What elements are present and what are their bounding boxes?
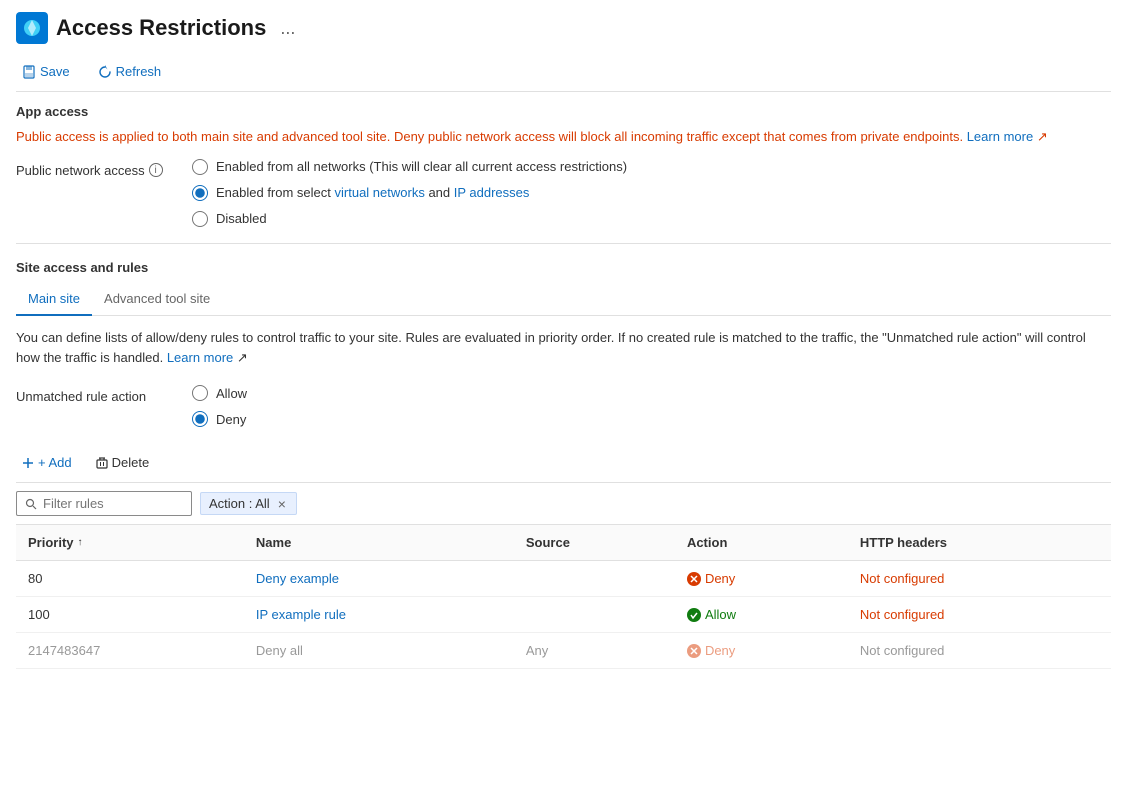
refresh-icon xyxy=(98,65,112,79)
tab-advanced-tool-site[interactable]: Advanced tool site xyxy=(92,283,222,316)
table-body: 80 Deny example Deny Not configured 100 IP … xyxy=(16,561,1111,669)
public-network-radio-all[interactable] xyxy=(192,159,208,175)
table-header-row: Priority ↑ Name Source Action HTTP heade… xyxy=(16,525,1111,561)
th-action: Action xyxy=(675,525,848,561)
unmatched-rule-action-row: Unmatched rule action Allow Deny xyxy=(16,385,1111,427)
tab-main-site[interactable]: Main site xyxy=(16,283,92,316)
public-network-radio-select[interactable] xyxy=(192,185,208,201)
site-access-title: Site access and rules xyxy=(16,260,1111,275)
sort-icon-priority: ↑ xyxy=(78,537,83,548)
unmatched-radio-allow[interactable] xyxy=(192,385,208,401)
th-name: Name xyxy=(244,525,514,561)
public-network-radio-disabled[interactable] xyxy=(192,211,208,227)
add-button[interactable]: + Add xyxy=(16,451,78,474)
page-title: Access Restrictions xyxy=(56,15,266,41)
public-network-access-row: Public network access i Enabled from all… xyxy=(16,159,1111,227)
table-head: Priority ↑ Name Source Action HTTP heade… xyxy=(16,525,1111,561)
cell-name: Deny all xyxy=(244,633,514,669)
toolbar: Save Refresh xyxy=(16,52,1111,92)
filter-input-wrap[interactable] xyxy=(16,491,192,516)
public-network-option-all[interactable]: Enabled from all networks (This will cle… xyxy=(192,159,627,175)
th-source: Source xyxy=(514,525,675,561)
filter-row: Action : All × xyxy=(16,483,1111,525)
cell-action: Deny xyxy=(675,561,848,597)
cell-priority: 100 xyxy=(16,597,244,633)
allow-icon xyxy=(687,608,701,622)
app-access-learn-more[interactable]: Learn more xyxy=(967,129,1033,144)
add-icon xyxy=(22,457,34,469)
cell-action: Allow xyxy=(675,597,848,633)
table-row: 80 Deny example Deny Not configured xyxy=(16,561,1111,597)
table-row: 100 IP example rule Allow Not configured xyxy=(16,597,1111,633)
refresh-button[interactable]: Refresh xyxy=(92,60,168,83)
filter-tag-close[interactable]: × xyxy=(276,497,288,511)
action-deny: Deny xyxy=(687,643,836,658)
delete-icon xyxy=(96,457,108,469)
unmatched-option-allow[interactable]: Allow xyxy=(192,385,247,401)
public-network-option-disabled[interactable]: Disabled xyxy=(192,211,627,227)
action-filter-tag: Action : All × xyxy=(200,492,297,515)
rule-name-link[interactable]: Deny example xyxy=(256,571,339,586)
table-row: 2147483647Deny allAny Deny Not configure… xyxy=(16,633,1111,669)
deny-icon xyxy=(687,644,701,658)
save-icon xyxy=(22,65,36,79)
cell-name[interactable]: IP example rule xyxy=(244,597,514,633)
cell-source xyxy=(514,597,675,633)
site-access-description: You can define lists of allow/deny rules… xyxy=(16,328,1111,370)
action-deny: Deny xyxy=(687,571,836,586)
cell-http-headers: Not configured xyxy=(848,633,1111,669)
deny-icon xyxy=(687,572,701,586)
save-button[interactable]: Save xyxy=(16,60,76,83)
cell-http-headers: Not configured xyxy=(848,561,1111,597)
cell-priority: 2147483647 xyxy=(16,633,244,669)
public-network-options: Enabled from all networks (This will cle… xyxy=(192,159,627,227)
ellipsis-button[interactable]: ... xyxy=(274,16,301,41)
action-allow: Allow xyxy=(687,607,836,622)
cell-name[interactable]: Deny example xyxy=(244,561,514,597)
cell-source xyxy=(514,561,675,597)
cell-http-headers: Not configured xyxy=(848,597,1111,633)
app-access-info: Public access is applied to both main si… xyxy=(16,127,1111,147)
th-http-headers: HTTP headers xyxy=(848,525,1111,561)
filter-input[interactable] xyxy=(43,496,183,511)
unmatched-rule-options: Allow Deny xyxy=(192,385,247,427)
public-network-info-icon[interactable]: i xyxy=(149,163,163,177)
table-toolbar: + Add Delete xyxy=(16,443,1111,483)
section-divider xyxy=(16,243,1111,244)
cell-action: Deny xyxy=(675,633,848,669)
unmatched-radio-deny[interactable] xyxy=(192,411,208,427)
site-access-learn-more[interactable]: Learn more xyxy=(167,350,233,365)
rule-name-link[interactable]: IP example rule xyxy=(256,607,346,622)
cell-source: Any xyxy=(514,633,675,669)
th-priority[interactable]: Priority ↑ xyxy=(16,525,244,561)
rules-table: Priority ↑ Name Source Action HTTP heade… xyxy=(16,525,1111,669)
public-network-label: Public network access i xyxy=(16,159,176,178)
app-access-title: App access xyxy=(16,104,1111,119)
app-access-section: App access Public access is applied to b… xyxy=(16,104,1111,227)
unmatched-rule-label: Unmatched rule action xyxy=(16,385,176,404)
public-network-option-select[interactable]: Enabled from select virtual networks and… xyxy=(192,185,627,201)
search-icon xyxy=(25,498,37,510)
site-access-section: Site access and rules Main site Advanced… xyxy=(16,260,1111,428)
unmatched-option-deny[interactable]: Deny xyxy=(192,411,247,427)
app-icon xyxy=(16,12,48,44)
delete-button[interactable]: Delete xyxy=(90,451,156,474)
cell-priority: 80 xyxy=(16,561,244,597)
tabs-row: Main site Advanced tool site xyxy=(16,283,1111,316)
